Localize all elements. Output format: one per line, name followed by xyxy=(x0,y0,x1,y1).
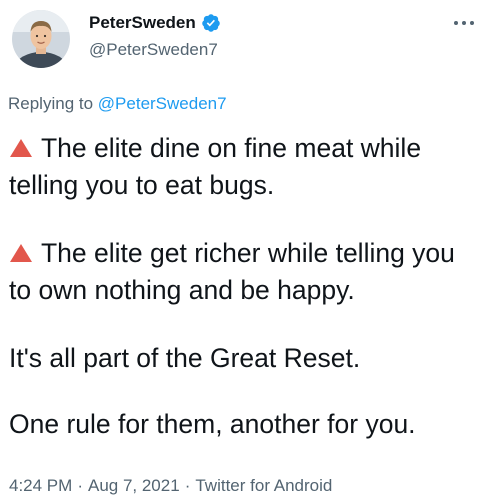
tweet-paragraph: The elite dine on fine meat while tellin… xyxy=(9,130,479,204)
author-avatar[interactable] xyxy=(12,10,70,68)
meta-separator: · xyxy=(184,476,191,495)
author-name-row: PeterSweden xyxy=(89,13,221,33)
tweet-paragraph-text: It's all part of the Great Reset. xyxy=(9,343,361,373)
tweet-paragraph: The elite get richer while telling you t… xyxy=(9,235,479,309)
profile-photo xyxy=(12,10,70,68)
tweet-body: The elite dine on fine meat while tellin… xyxy=(9,130,479,474)
more-dots-icon[interactable] xyxy=(452,16,476,28)
tweet-paragraph-text: One rule for them, another for you. xyxy=(9,409,416,439)
tweet-date[interactable]: Aug 7, 2021 xyxy=(88,476,180,495)
author-display-name[interactable]: PeterSweden xyxy=(89,13,196,33)
tweet-meta: 4:24 PM · Aug 7, 2021 · Twitter for Android xyxy=(9,476,332,496)
tweet: PeterSweden @PeterSweden7 Replying to @P… xyxy=(0,0,490,500)
tweet-paragraph-text: The elite get richer while telling you t… xyxy=(9,238,455,305)
tweet-paragraph: One rule for them, another for you. xyxy=(9,406,479,443)
reply-mention-link[interactable]: @PeterSweden7 xyxy=(98,94,227,113)
tweet-source-link[interactable]: Twitter for Android xyxy=(195,476,332,495)
author-handle[interactable]: @PeterSweden7 xyxy=(89,40,218,60)
reply-prefix: Replying to xyxy=(8,94,94,113)
red-triangle-icon xyxy=(9,236,33,262)
verified-badge-icon xyxy=(201,13,221,33)
meta-separator: · xyxy=(77,476,83,495)
tweet-time[interactable]: 4:24 PM xyxy=(9,476,72,495)
red-triangle-icon xyxy=(9,131,33,157)
reply-context: Replying to @PeterSweden7 xyxy=(8,94,227,114)
tweet-paragraph: It's all part of the Great Reset. xyxy=(9,340,479,377)
tweet-paragraph-text: The elite dine on fine meat while tellin… xyxy=(9,133,422,200)
